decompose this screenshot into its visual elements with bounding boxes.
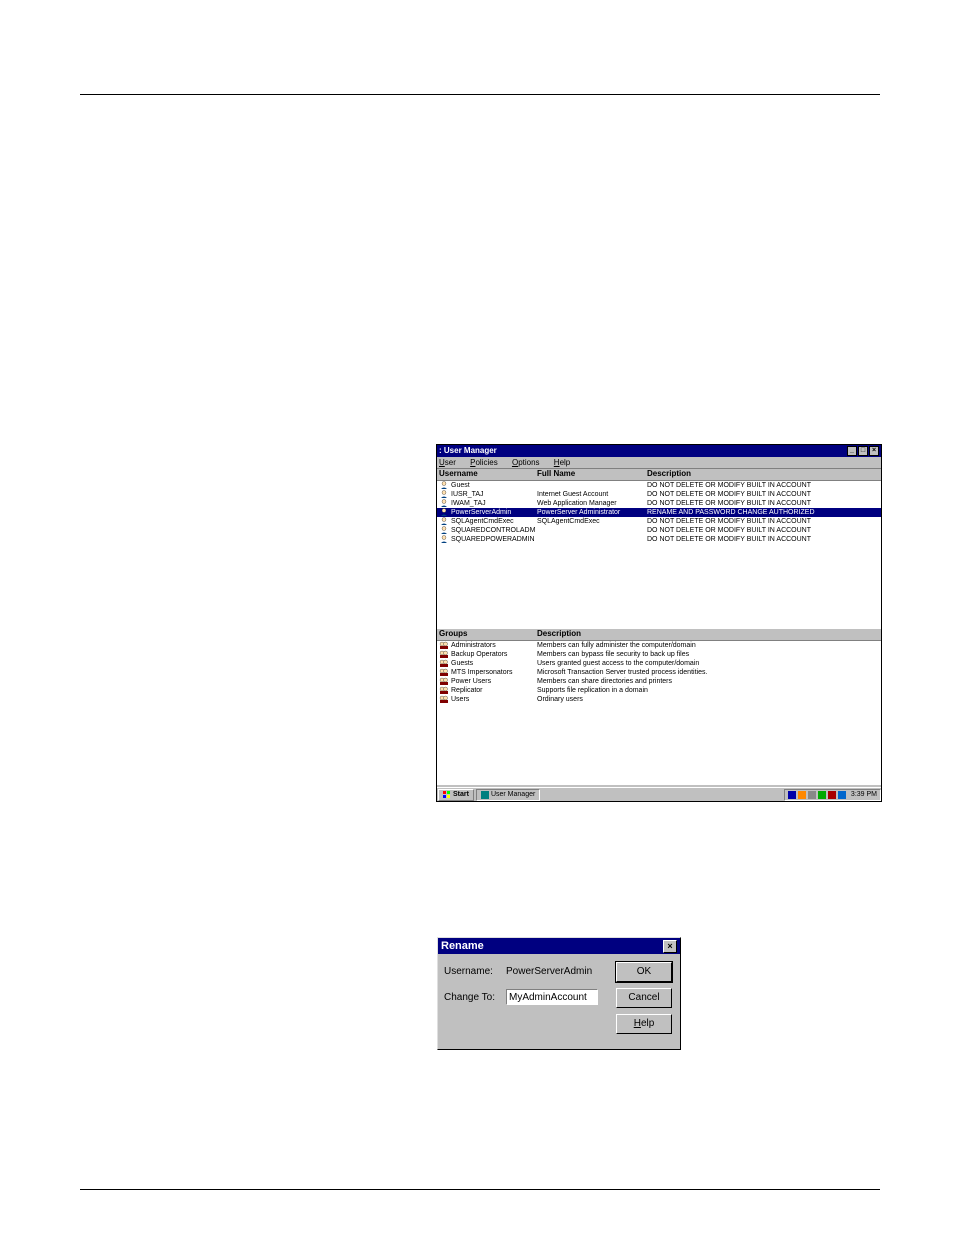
group-row[interactable]: MTS ImpersonatorsMicrosoft Transaction S… [437,668,881,677]
groups-header: Groups Description [437,629,881,641]
username-value: PowerServerAdmin [506,966,592,977]
divider-bottom [80,1189,880,1190]
user-row[interactable]: IWAM_TAJWeb Application ManagerDO NOT DE… [437,499,881,508]
dialog-body: Username: PowerServerAdmin Change To: OK… [438,954,680,1049]
tray-icon-3[interactable] [808,791,816,799]
clock[interactable]: 3:39 PM [851,791,877,798]
user-manager-window: : User Manager _ □ × User Policies Optio… [436,444,882,802]
group-icon [439,695,449,703]
user-icon [439,481,449,489]
group-row[interactable]: UsersOrdinary users [437,695,881,704]
user-icon [439,490,449,498]
rename-dialog: Rename × Username: PowerServerAdmin Chan… [437,937,681,1050]
group-icon [439,659,449,667]
group-icon [439,686,449,694]
task-label: User Manager [491,791,535,798]
changeto-input[interactable] [506,989,598,1005]
tray-icon-1[interactable] [788,791,796,799]
user-row[interactable]: PowerServerAdminPowerServer Administrato… [437,508,881,517]
tray-icon-2[interactable] [798,791,806,799]
task-button[interactable]: User Manager [476,789,540,801]
window-buttons: _ □ × [847,446,879,456]
group-row[interactable]: Backup OperatorsMembers can bypass file … [437,650,881,659]
menu-help[interactable]: Help [554,458,576,467]
divider-top [80,94,880,95]
header-groups[interactable]: Groups [437,629,537,640]
group-icon [439,677,449,685]
tray-icon-6[interactable] [838,791,846,799]
tray-icon-5[interactable] [828,791,836,799]
cancel-button[interactable]: Cancel [616,988,672,1008]
group-row[interactable]: AdministratorsMembers can fully administ… [437,641,881,650]
system-tray: 3:39 PM [784,789,881,801]
header-group-description[interactable]: Description [537,629,881,640]
maximize-button[interactable]: □ [858,446,868,456]
dialog-titlebar[interactable]: Rename × [438,938,680,954]
menu-options[interactable]: Options [512,458,546,467]
dialog-buttons: OK Cancel Help [616,962,672,1034]
minimize-button[interactable]: _ [847,446,857,456]
group-icon [439,650,449,658]
window-title: : User Manager [439,445,497,457]
users-header: Username Full Name Description [437,469,881,481]
user-row[interactable]: SQUAREDPOWERADMINDO NOT DELETE OR MODIFY… [437,535,881,544]
start-label: Start [453,791,469,798]
header-description[interactable]: Description [647,469,881,480]
dialog-title: Rename [441,938,484,954]
user-row[interactable]: SQUAREDCONTROLADMDO NOT DELETE OR MODIFY… [437,526,881,535]
menu-user-rest: ser [445,458,456,467]
menu-user[interactable]: User [439,458,462,467]
users-list[interactable]: GuestDO NOT DELETE OR MODIFY BUILT IN AC… [437,481,881,629]
menu-policies[interactable]: Policies [470,458,504,467]
menubar: User Policies Options Help [437,457,881,469]
user-icon [439,526,449,534]
group-icon [439,668,449,676]
user-row[interactable]: GuestDO NOT DELETE OR MODIFY BUILT IN AC… [437,481,881,490]
close-button[interactable]: × [869,446,879,456]
user-icon [439,508,449,516]
changeto-label: Change To: [444,992,506,1003]
user-icon [439,499,449,507]
tray-icon-4[interactable] [818,791,826,799]
user-icon [439,517,449,525]
user-row[interactable]: SQLAgentCmdExecSQLAgentCmdExecDO NOT DEL… [437,517,881,526]
header-fullname[interactable]: Full Name [537,469,647,480]
dialog-close-button[interactable]: × [663,940,677,953]
taskbar: Start User Manager 3:39 PM [437,787,881,801]
group-icon [439,641,449,649]
user-row[interactable]: IUSR_TAJInternet Guest AccountDO NOT DEL… [437,490,881,499]
titlebar[interactable]: : User Manager _ □ × [437,445,881,457]
app-icon [481,791,489,799]
group-row[interactable]: Power UsersMembers can share directories… [437,677,881,686]
header-username[interactable]: Username [437,469,537,480]
start-button[interactable]: Start [438,789,474,801]
help-button[interactable]: Help [616,1014,672,1034]
ok-button[interactable]: OK [616,962,672,982]
user-icon [439,535,449,543]
group-row[interactable]: GuestsUsers granted guest access to the … [437,659,881,668]
windows-icon [443,791,451,799]
groups-list[interactable]: AdministratorsMembers can fully administ… [437,641,881,785]
group-row[interactable]: ReplicatorSupports file replication in a… [437,686,881,695]
username-label: Username: [444,966,506,977]
